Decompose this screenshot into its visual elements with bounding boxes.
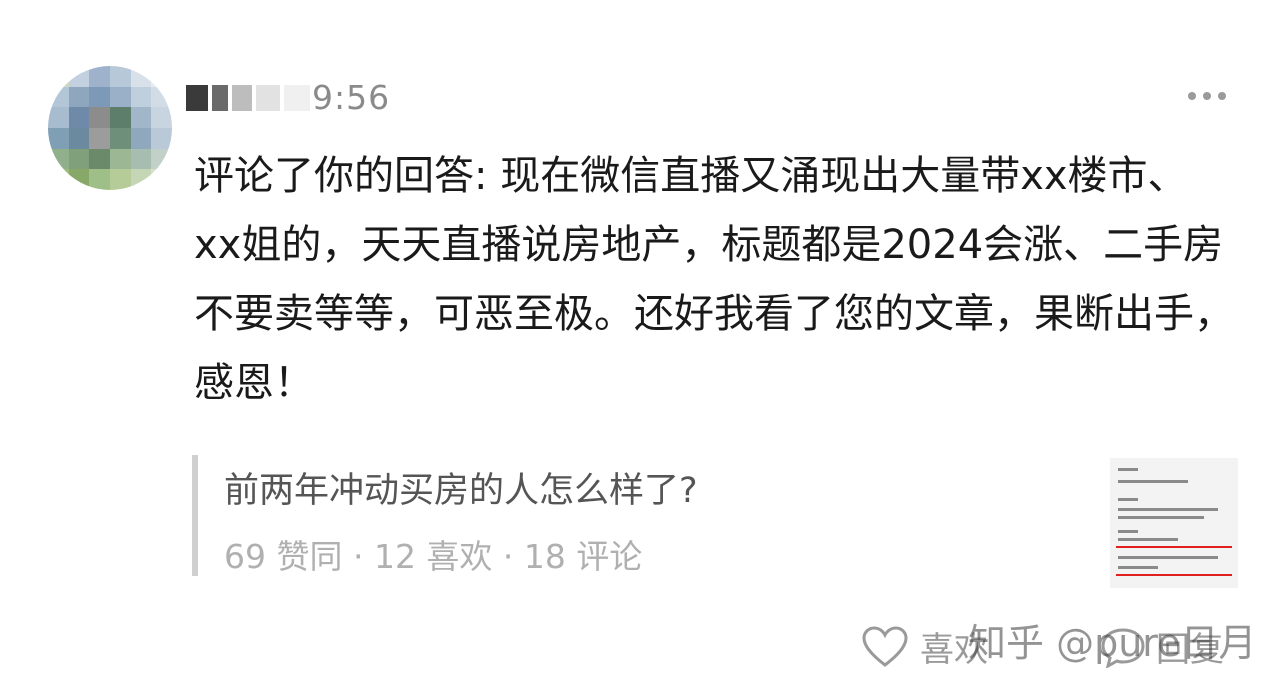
comment-text: 评论了你的回答: 现在微信直播又涌现出大量带xx楼市、xx姐的，天天直播说房地产… <box>194 153 1234 406</box>
username-blurred[interactable] <box>186 82 312 114</box>
avatar[interactable] <box>48 66 172 190</box>
quoted-answer-stats: 69 赞同 · 12 喜欢 · 18 评论 <box>224 537 643 576</box>
heart-icon <box>862 625 908 667</box>
more-horizontal-icon[interactable] <box>1188 92 1226 100</box>
quote-bar <box>192 455 198 576</box>
watermark: 知乎 @pure日月 <box>968 621 1257 665</box>
quoted-answer-title[interactable]: 前两年冲动买房的人怎么样了? <box>224 462 698 513</box>
answer-thumbnail[interactable] <box>1110 458 1238 588</box>
comment-time: 9:56 <box>312 78 391 117</box>
